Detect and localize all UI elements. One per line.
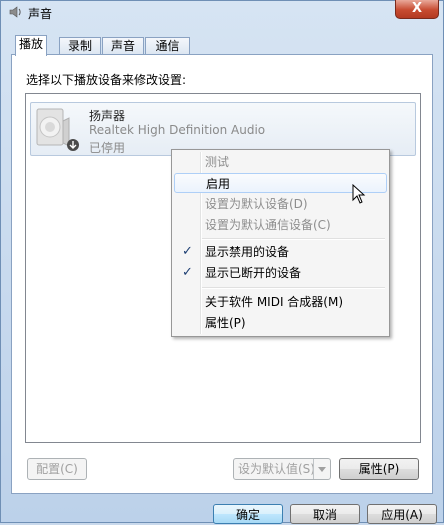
device-name: 扬声器 <box>89 109 126 123</box>
cancel-button[interactable]: 取消 <box>290 504 360 524</box>
menu-item-about-midi[interactable]: 关于软件 MIDI 合成器(M) <box>174 292 387 312</box>
menu-item-label: 显示禁用的设备 <box>205 245 290 259</box>
device-item[interactable]: 扬声器 Realtek High Definition Audio 已停用 <box>30 102 416 156</box>
menu-item-show-disabled[interactable]: ✓ 显示禁用的设备 <box>174 242 387 262</box>
menu-separator <box>202 238 385 240</box>
menu-item-test[interactable]: 测试 <box>174 152 387 172</box>
device-status: 已停用 <box>89 141 126 155</box>
window-title: 声音 <box>28 7 53 21</box>
checkmark-icon: ✓ <box>182 265 193 280</box>
menu-item-label: 测试 <box>205 155 230 169</box>
close-icon: X <box>411 1 423 16</box>
menu-item-label: 显示已断开的设备 <box>205 266 302 280</box>
instruction-text: 选择以下播放设备来修改设置: <box>26 73 187 87</box>
speaker-icon <box>9 6 21 18</box>
tab-sounds[interactable]: 声音 <box>102 37 144 55</box>
apply-button[interactable]: 应用(A) <box>367 504 437 524</box>
mouse-cursor-icon <box>352 184 366 204</box>
speaker-icon <box>36 108 79 151</box>
menu-item-label: 关于软件 MIDI 合成器(M) <box>205 295 344 309</box>
tab-playback[interactable]: 播放 <box>15 35 47 56</box>
close-button[interactable]: X <box>395 0 439 19</box>
menu-item-label: 属性(P) <box>205 316 246 330</box>
context-menu: 测试 启用 设置为默认设备(D) 设置为默认通信设备(C) ✓ 显示禁用的设备 ✓… <box>171 149 390 337</box>
tab-communications[interactable]: 通信 <box>145 37 190 55</box>
device-driver: Realtek High Definition Audio <box>89 123 266 137</box>
menu-item-properties[interactable]: 属性(P) <box>174 313 387 333</box>
set-default-button[interactable]: 设为默认值(S) <box>233 458 331 480</box>
menu-item-label: 启用 <box>206 177 231 191</box>
menu-separator <box>202 287 385 289</box>
properties-button[interactable]: 属性(P) <box>339 458 419 480</box>
ok-button[interactable]: 确定 <box>213 504 283 524</box>
tab-recording[interactable]: 录制 <box>59 37 101 55</box>
chevron-down-icon[interactable] <box>313 459 330 479</box>
menu-item-show-disconnected[interactable]: ✓ 显示已断开的设备 <box>174 263 387 283</box>
menu-item-label: 设置为默认通信设备(C) <box>205 218 331 232</box>
checkmark-icon: ✓ <box>182 244 193 259</box>
menu-item-label: 设置为默认设备(D) <box>205 197 308 211</box>
menu-item-set-default-comm[interactable]: 设置为默认通信设备(C) <box>174 215 387 235</box>
set-default-label: 设为默认值(S) <box>238 462 315 476</box>
configure-button[interactable]: 配置(C) <box>27 458 87 480</box>
title-bar[interactable]: 声音 X <box>1 0 443 25</box>
